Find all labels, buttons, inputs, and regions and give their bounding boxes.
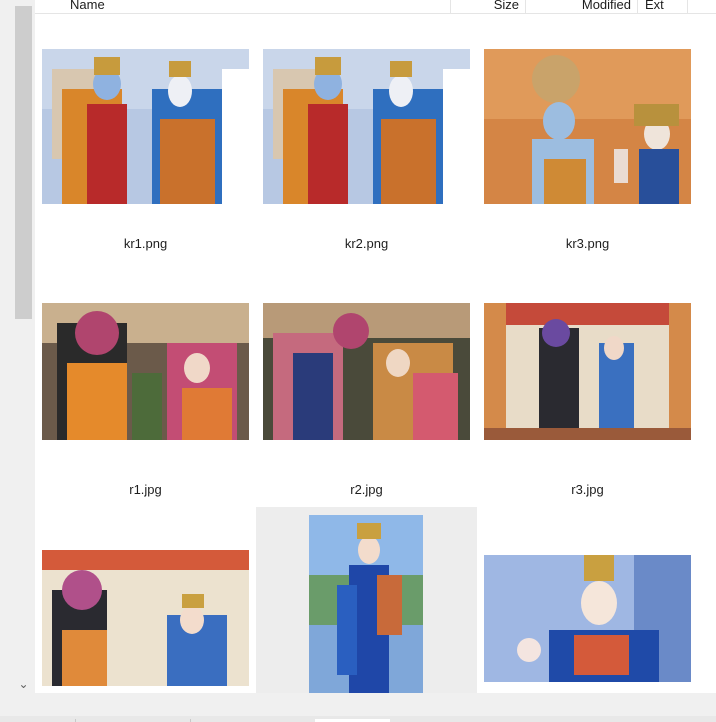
file-tile[interactable]: kr3.png <box>477 14 698 259</box>
image-thumbnail <box>263 303 470 440</box>
file-name-label: kr3.png <box>565 236 610 251</box>
status-strip <box>0 693 716 722</box>
image-thumbnail <box>42 49 249 204</box>
file-tile[interactable]: r2.jpg <box>256 259 477 507</box>
scroll-down-arrow-icon[interactable]: ⌄ <box>15 676 32 693</box>
column-modified-header[interactable]: Modified <box>526 0 638 13</box>
image-thumbnail <box>42 303 249 440</box>
image-thumbnail <box>484 303 691 440</box>
column-ext-header[interactable]: Ext <box>638 0 688 13</box>
image-thumbnail <box>309 515 423 693</box>
file-name-label: r2.jpg <box>350 482 383 497</box>
file-name-label: r3.jpg <box>571 482 604 497</box>
file-tile[interactable]: r3.jpg <box>477 259 698 507</box>
file-name-label: kr2.png <box>344 236 389 251</box>
image-thumbnail <box>484 49 691 204</box>
column-size-header[interactable]: Size <box>451 0 526 13</box>
image-thumbnail <box>263 49 470 204</box>
column-header: Name Size Modified Ext <box>35 0 716 14</box>
file-tile[interactable] <box>477 507 698 693</box>
file-tile[interactable]: kr1.png <box>35 14 256 259</box>
thumbnail-grid: kr1.png kr2.png kr3.png r1.jpg r2.jpg r3… <box>35 14 716 693</box>
file-tile-selected[interactable] <box>256 507 477 693</box>
vertical-scrollbar[interactable]: ⌄ <box>0 0 35 693</box>
file-tile[interactable]: kr2.png <box>256 14 477 259</box>
image-thumbnail <box>484 555 691 682</box>
file-name-label: r1.jpg <box>129 482 162 497</box>
file-browser-window: ⌄ Name Size Modified Ext kr1.png kr2.png… <box>0 0 716 722</box>
column-name-header[interactable]: Name <box>35 0 451 13</box>
file-tile[interactable] <box>35 507 256 693</box>
file-tile[interactable]: r1.jpg <box>35 259 256 507</box>
file-name-label: kr1.png <box>123 236 168 251</box>
image-thumbnail <box>42 550 249 686</box>
scrollbar-thumb[interactable] <box>15 6 32 319</box>
